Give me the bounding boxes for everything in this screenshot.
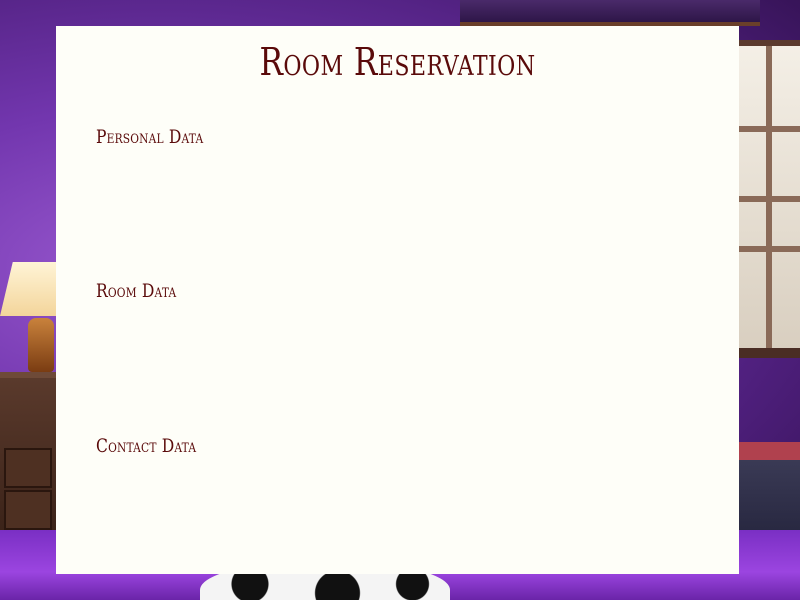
page-title: Room Reservation (259, 40, 536, 84)
lamp-base (28, 318, 54, 372)
window (730, 40, 800, 358)
section-heading-personal-data: Personal Data (96, 126, 204, 148)
dresser (0, 372, 58, 538)
section-heading-room-data: Room Data (96, 280, 177, 302)
lamp-icon (0, 262, 58, 316)
section-heading-contact-data: Contact Data (96, 435, 197, 457)
reservation-form-card: Room Reservation Personal Data Room Data… (56, 26, 739, 574)
curtain-rod (460, 0, 760, 26)
